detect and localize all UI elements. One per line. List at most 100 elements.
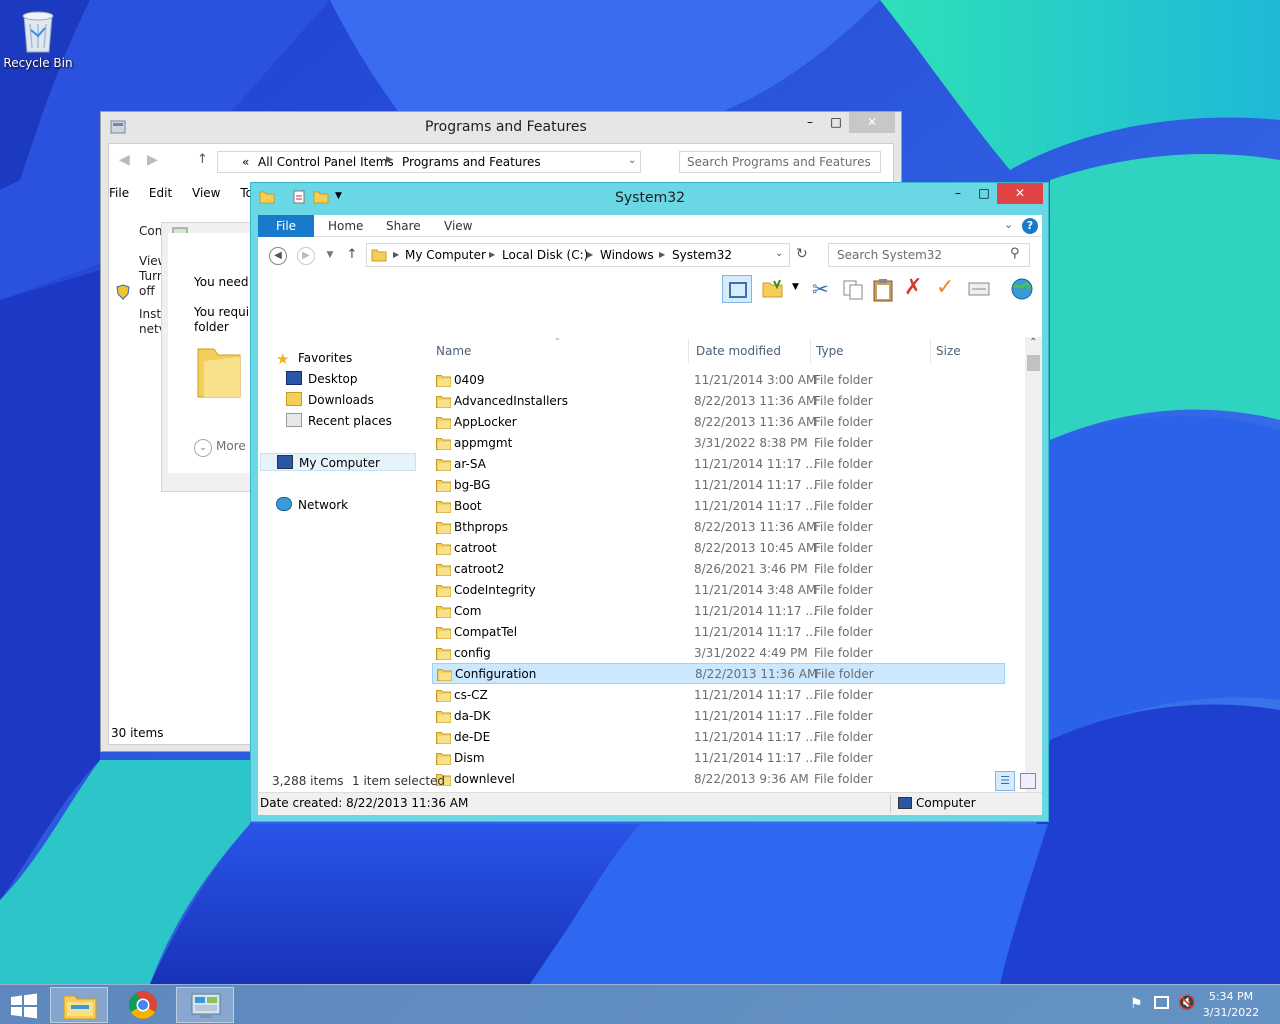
pf-maximize-button[interactable]: □ bbox=[823, 112, 849, 133]
system32-explorer-window[interactable]: ▼ System32 – □ ✕ File Home Share View ⌄ … bbox=[250, 182, 1049, 822]
address-dropdown-icon[interactable]: ⌄ bbox=[775, 248, 783, 259]
explorer-maximize-button[interactable]: □ bbox=[971, 183, 997, 204]
file-row[interactable]: appmgmt 3/31/2022 8:38 PM File folder bbox=[432, 433, 1005, 454]
file-row[interactable]: AdvancedInstallers 8/22/2013 11:36 AM File… bbox=[432, 391, 1005, 412]
pf-menu-edit[interactable]: Edit bbox=[149, 186, 172, 200]
column-divider[interactable] bbox=[810, 339, 811, 363]
preview-pane-icon[interactable] bbox=[722, 275, 752, 303]
file-row[interactable]: Com 11/21/2014 11:17 ... File folder bbox=[432, 601, 1005, 622]
organize-dropdown-icon[interactable]: ▼ bbox=[792, 282, 799, 292]
pf-address-bar[interactable]: « All Control Panel Items ▶ Programs and… bbox=[217, 151, 641, 173]
large-icons-view-icon[interactable] bbox=[1020, 773, 1036, 789]
crumb-my-computer[interactable]: My Computer bbox=[405, 248, 486, 262]
pf-more-button[interactable]: ⌄ More bbox=[194, 439, 246, 457]
nav-network[interactable]: Network bbox=[276, 496, 348, 514]
quick-access-dropdown-icon[interactable]: ▼ bbox=[335, 191, 342, 201]
file-row[interactable]: cs-CZ 11/21/2014 11:17 ... File folder bbox=[432, 685, 1005, 706]
file-row[interactable]: CompatTel 11/21/2014 11:17 ... File folder bbox=[432, 622, 1005, 643]
pf-crumb-programs[interactable]: Programs and Features bbox=[402, 155, 541, 169]
taskbar-chrome-button[interactable] bbox=[114, 987, 172, 1023]
pf-up-icon[interactable]: ↑ bbox=[197, 152, 208, 167]
pf-link-install[interactable]: Insta netv bbox=[139, 307, 168, 337]
system-clock[interactable]: 5:34 PM 3/31/2022 bbox=[1196, 989, 1266, 1021]
pf-search-input[interactable]: Search Programs and Features bbox=[679, 151, 881, 173]
address-bar[interactable]: ▶ My Computer ▶ Local Disk (C:) ▶ Window… bbox=[366, 243, 790, 267]
pf-link-turn[interactable]: Turn off bbox=[139, 269, 164, 299]
copy-icon[interactable] bbox=[842, 279, 864, 301]
column-divider[interactable] bbox=[930, 339, 931, 363]
volume-muted-icon[interactable]: 🔇 bbox=[1178, 995, 1195, 1011]
crumb-windows[interactable]: Windows bbox=[600, 248, 654, 262]
action-center-flag-icon[interactable]: ⚑ bbox=[1130, 996, 1143, 1012]
network-tray-icon[interactable] bbox=[1154, 996, 1169, 1009]
pf-menu-view[interactable]: View bbox=[192, 186, 220, 200]
ribbon-expand-icon[interactable]: ⌄ bbox=[1004, 218, 1013, 231]
file-row[interactable]: Boot 11/21/2014 11:17 ... File folder bbox=[432, 496, 1005, 517]
vertical-scrollbar[interactable]: ⌃ ⌄ bbox=[1025, 337, 1042, 792]
column-type[interactable]: Type bbox=[816, 339, 844, 363]
file-row[interactable]: CodeIntegrity 11/21/2014 3:48 AM File fold… bbox=[432, 580, 1005, 601]
file-row[interactable]: Bthprops 8/22/2013 11:36 AM File folder bbox=[432, 517, 1005, 538]
organize-folder-icon[interactable] bbox=[762, 279, 784, 299]
pf-link-control[interactable]: Con bbox=[139, 224, 162, 239]
recent-locations-button[interactable]: ▼ bbox=[320, 246, 340, 266]
pf-back-icon[interactable]: ◀ bbox=[119, 152, 130, 168]
file-row[interactable]: Configuration 8/22/2013 11:36 AM File fold… bbox=[432, 663, 1005, 684]
paste-icon[interactable] bbox=[872, 278, 894, 302]
file-row[interactable]: config 3/31/2022 4:49 PM File folder bbox=[432, 643, 1005, 664]
crumb-local-disk[interactable]: Local Disk (C:) bbox=[502, 248, 588, 262]
file-row[interactable]: 0409 11/21/2014 3:00 AM File folder bbox=[432, 370, 1005, 391]
file-row[interactable]: ar-SA 11/21/2014 11:17 ... File folder bbox=[432, 454, 1005, 475]
column-size[interactable]: Size bbox=[936, 339, 961, 363]
nav-desktop[interactable]: Desktop bbox=[286, 370, 358, 388]
rename-check-icon[interactable]: ✓ bbox=[936, 275, 954, 300]
forward-button[interactable]: ▶ bbox=[296, 246, 316, 266]
explorer-minimize-button[interactable]: – bbox=[945, 183, 971, 204]
windows-start-icon[interactable] bbox=[10, 993, 38, 1019]
file-row[interactable]: Dism 11/21/2014 11:17 ... File folder bbox=[432, 748, 1005, 769]
file-row[interactable]: catroot2 8/26/2021 3:46 PM File folder bbox=[432, 559, 1005, 580]
delete-icon[interactable]: ✗ bbox=[904, 275, 922, 300]
help-icon[interactable]: ? bbox=[1022, 218, 1038, 234]
recycle-bin-shortcut[interactable]: Recycle Bin bbox=[2, 6, 74, 70]
cut-icon[interactable]: ✂ bbox=[812, 277, 829, 301]
scroll-up-icon[interactable]: ⌃ bbox=[1029, 337, 1037, 348]
globe-icon[interactable] bbox=[1010, 277, 1034, 301]
tab-file[interactable]: File bbox=[258, 215, 314, 237]
pf-link-view[interactable]: View bbox=[139, 254, 167, 269]
column-name[interactable]: Name bbox=[436, 339, 471, 363]
new-folder-icon[interactable] bbox=[313, 189, 329, 205]
pf-minimize-button[interactable]: – bbox=[797, 112, 823, 133]
nav-my-computer[interactable]: My Computer bbox=[260, 453, 416, 471]
file-row[interactable]: catroot 8/22/2013 10:45 AM File folder bbox=[432, 538, 1005, 559]
properties-icon[interactable] bbox=[968, 281, 990, 297]
search-icon[interactable]: ⚲ bbox=[1010, 246, 1020, 261]
file-row[interactable]: da-DK 11/21/2014 11:17 ... File folder bbox=[432, 706, 1005, 727]
explorer-close-button[interactable]: ✕ bbox=[997, 183, 1043, 204]
pf-menu-file[interactable]: File bbox=[109, 186, 129, 200]
refresh-icon[interactable]: ↻ bbox=[796, 246, 808, 262]
column-divider[interactable] bbox=[688, 339, 689, 363]
back-button[interactable]: ◀ bbox=[268, 246, 288, 266]
properties-icon[interactable] bbox=[291, 189, 307, 205]
file-row[interactable]: bg-BG 11/21/2014 11:17 ... File folder bbox=[432, 475, 1005, 496]
tab-share[interactable]: Share bbox=[386, 215, 421, 237]
column-date-modified[interactable]: Date modified bbox=[696, 339, 781, 363]
chevron-down-icon[interactable]: ⌄ bbox=[628, 155, 636, 166]
pf-close-button[interactable]: ✕ bbox=[849, 112, 895, 133]
nav-recent-places[interactable]: Recent places bbox=[286, 412, 392, 430]
nav-downloads[interactable]: Downloads bbox=[286, 391, 374, 409]
taskbar-control-panel-button[interactable] bbox=[176, 987, 234, 1023]
details-view-icon[interactable]: ☰ bbox=[995, 771, 1015, 791]
pf-crumb-control-panel[interactable]: All Control Panel Items bbox=[258, 155, 394, 169]
scrollbar-thumb[interactable] bbox=[1027, 355, 1040, 371]
up-button[interactable]: ↑ bbox=[342, 246, 362, 266]
file-row[interactable]: AppLocker 8/22/2013 11:36 AM File folder bbox=[432, 412, 1005, 433]
taskbar-file-explorer-button[interactable] bbox=[50, 987, 108, 1023]
tab-view[interactable]: View bbox=[444, 215, 472, 237]
tab-home[interactable]: Home bbox=[328, 215, 363, 237]
search-input[interactable]: Search System32 bbox=[828, 243, 1030, 267]
nav-favorites[interactable]: ★ Favorites bbox=[276, 349, 352, 367]
crumb-system32[interactable]: System32 bbox=[672, 248, 732, 262]
file-row[interactable]: de-DE 11/21/2014 11:17 ... File folder bbox=[432, 727, 1005, 748]
